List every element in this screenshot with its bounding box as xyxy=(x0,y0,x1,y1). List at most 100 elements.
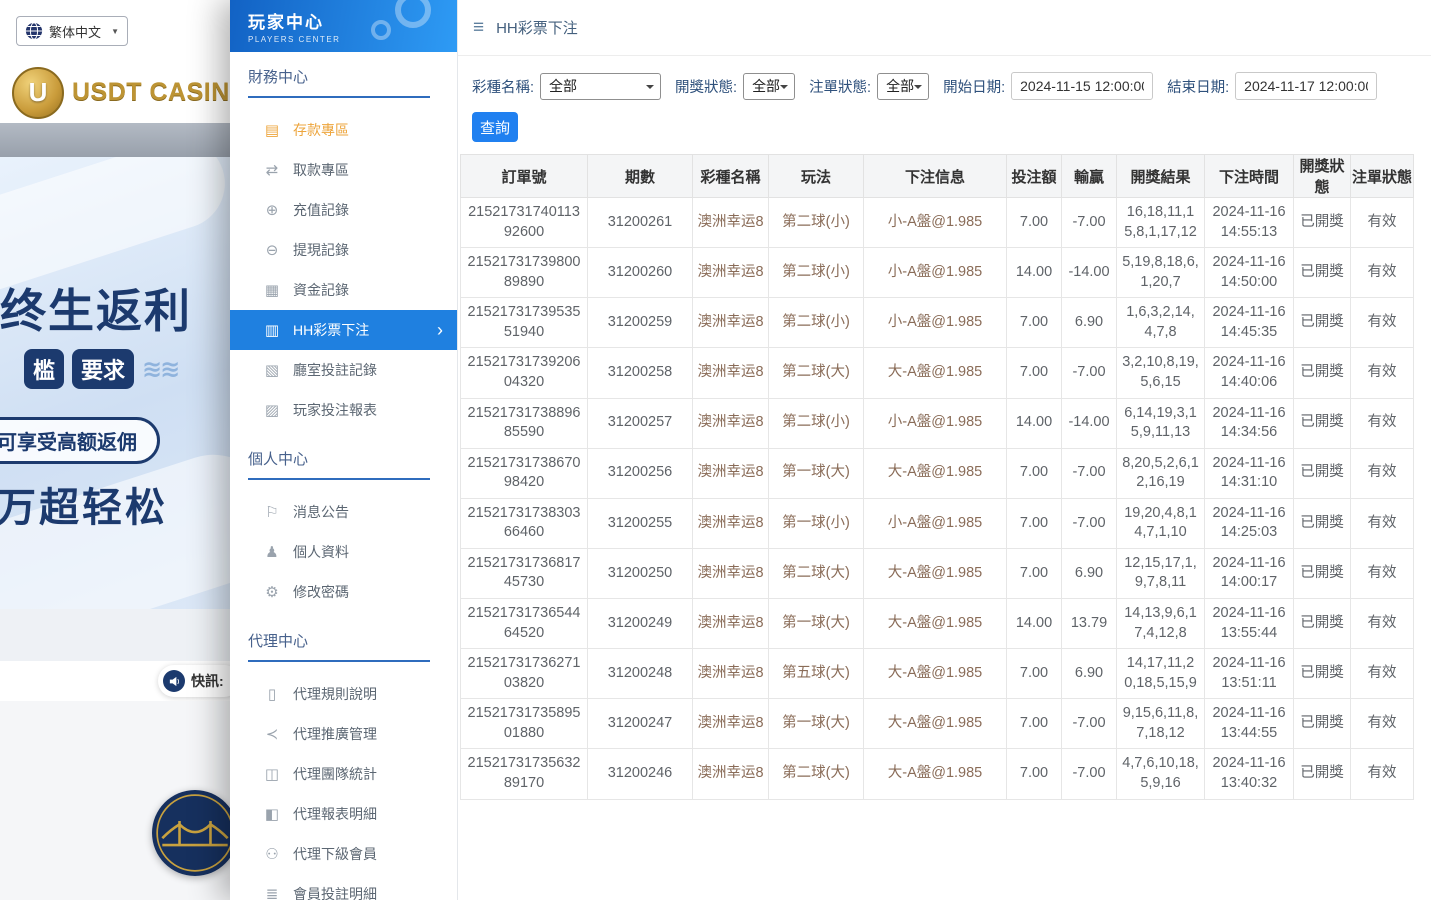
language-label: 繁体中文 xyxy=(49,22,101,41)
banner-badge-partial: 槛 xyxy=(24,349,64,389)
cell-order_no: 2152173173867098420 xyxy=(461,448,588,498)
sidebar-item-funds-records[interactable]: ▦資金記錄 xyxy=(230,270,457,310)
cell-draw_status: 已開獎 xyxy=(1294,548,1351,598)
cell-amount: 7.00 xyxy=(1007,498,1062,548)
sidebar-item-agent-sub-members[interactable]: ⚇代理下級會員 xyxy=(230,834,457,874)
cell-order_no: 2152173173627103820 xyxy=(461,649,588,699)
sidebar-item-agent-team-stats[interactable]: ◫代理團隊統計 xyxy=(230,754,457,794)
brand-name: USDT CASINO xyxy=(72,78,231,107)
cell-bet_time: 2024-11-16 13:55:44 xyxy=(1205,599,1294,649)
sidebar-item-withdrawal-records[interactable]: ⊖提現記錄 xyxy=(230,230,457,270)
cell-play: 第一球(小) xyxy=(769,498,864,548)
sidebar-item-label: HH彩票下注 xyxy=(293,320,369,340)
end-date-input[interactable] xyxy=(1235,72,1377,100)
sidebar-item-room-bet-records[interactable]: ▧廳室投註記錄 xyxy=(230,350,457,390)
cell-amount: 14.00 xyxy=(1007,398,1062,448)
sidebar-section-heading: 個人中心 xyxy=(248,448,430,480)
cell-lottery: 澳洲幸运8 xyxy=(693,248,769,298)
deposit-card-icon: ▤ xyxy=(264,121,280,139)
sidebar-item-withdraw[interactable]: ⇄取款專區 xyxy=(230,150,457,190)
cell-result: 12,15,17,1,9,7,8,11 xyxy=(1117,548,1205,598)
ticker-row: 快訊: xyxy=(0,661,231,701)
sidebar-item-label: 廳室投註記錄 xyxy=(293,360,377,380)
player-center-modal: 玩家中心 PLAYERS CENTER 財務中心▤存款專區⇄取款專區⊕充值記錄⊖… xyxy=(230,0,1431,900)
col-header-bet_status: 注單狀態 xyxy=(1351,155,1414,198)
cell-order_no: 2152173173920604320 xyxy=(461,348,588,398)
banner-badges: 槛 要求 ≋≋ xyxy=(24,349,178,389)
sidebar-item-deposit[interactable]: ▤ 存款專區 xyxy=(230,110,457,150)
cell-bet_info: 大-A盤@1.985 xyxy=(864,699,1007,749)
cell-bet_info: 大-A盤@1.985 xyxy=(864,448,1007,498)
cell-lottery: 澳洲幸运8 xyxy=(693,599,769,649)
floating-brand-button[interactable] xyxy=(152,790,231,876)
filter-label-end-date: 結束日期: xyxy=(1167,76,1229,97)
sidebar-section-heading: 代理中心 xyxy=(248,630,430,662)
cell-draw_status: 已開獎 xyxy=(1294,298,1351,348)
cell-order_no: 2152173173953551940 xyxy=(461,298,588,348)
cell-win_loss: -14.00 xyxy=(1062,248,1117,298)
sidebar-item-agent-report-detail[interactable]: ◧代理報表明細 xyxy=(230,794,457,834)
cell-result: 5,19,8,18,6,1,20,7 xyxy=(1117,248,1205,298)
cell-win_loss: -7.00 xyxy=(1062,448,1117,498)
cell-play: 第二球(大) xyxy=(769,348,864,398)
lottery-bet-icon: ▥ xyxy=(264,321,280,339)
sidebar-item-announcements[interactable]: ⚐消息公告 xyxy=(230,492,457,532)
cell-amount: 7.00 xyxy=(1007,649,1062,699)
col-header-bet_time: 下注時間 xyxy=(1205,155,1294,198)
sidebar-item-recharge-records[interactable]: ⊕充值記錄 xyxy=(230,190,457,230)
cell-bet_time: 2024-11-16 14:25:03 xyxy=(1205,498,1294,548)
sidebar-item-change-password[interactable]: ⚙修改密碼 xyxy=(230,572,457,612)
report-chart-icon: ◧ xyxy=(264,805,280,823)
sidebar-item-agent-rules[interactable]: ▯代理規則說明 xyxy=(230,674,457,714)
cell-bet_status: 有效 xyxy=(1351,198,1414,248)
sidebar-item-member-bet-detail[interactable]: ≣會員投註明細 xyxy=(230,874,457,900)
sidebar-item-player-bet-report[interactable]: ▨玩家投注報表 xyxy=(230,390,457,430)
sidebar-item-label: 代理團隊統計 xyxy=(293,764,377,784)
cell-win_loss: 13.79 xyxy=(1062,599,1117,649)
button-row: 查詢 xyxy=(458,100,1431,142)
cell-lottery: 澳洲幸运8 xyxy=(693,749,769,799)
cell-draw_status: 已開獎 xyxy=(1294,348,1351,398)
cell-play: 第二球(小) xyxy=(769,248,864,298)
filter-label-start-date: 開始日期: xyxy=(943,76,1005,97)
funds-record-icon: ▦ xyxy=(264,281,280,299)
sidebar-item-hh-lottery-bets[interactable]: ▥ HH彩票下注 › xyxy=(230,310,457,350)
banner-title: 终生返利 xyxy=(0,275,192,341)
brand-emblem-letter: U xyxy=(29,77,48,108)
bet-status-select-value: 全部 xyxy=(886,76,914,96)
users-icon: ⚇ xyxy=(264,845,280,863)
sidebar-item-label: 存款專區 xyxy=(293,120,349,140)
cell-order_no: 2152173173830366460 xyxy=(461,498,588,548)
cell-bet_time: 2024-11-16 14:45:35 xyxy=(1205,298,1294,348)
filter-bar: 彩種名稱: 全部 開獎狀態: 全部 注單狀態: 全部 開始日期: 結束日期: xyxy=(458,56,1431,100)
brand-emblem: U xyxy=(12,67,64,119)
table-row: 215217317388968559031200257澳洲幸运8第二球(小)小-… xyxy=(461,398,1414,448)
menu-toggle-icon[interactable]: ≡ xyxy=(473,17,484,39)
table-row: 215217317386709842031200256澳洲幸运8第一球(大)大-… xyxy=(461,448,1414,498)
sidebar-item-profile[interactable]: ♟個人資料 xyxy=(230,532,457,572)
news-ticker: 快訊: xyxy=(158,665,231,697)
lottery-select[interactable]: 全部 xyxy=(540,73,661,100)
sidebar-item-label: 玩家投注報表 xyxy=(293,400,377,420)
recharge-record-icon: ⊕ xyxy=(264,201,280,219)
table-header-row: 訂單號期數彩種名稱玩法下注信息投注額輸贏開獎結果下注時間開獎狀態注單狀態 xyxy=(461,155,1414,198)
sidebar-item-agent-promotion[interactable]: ≺代理推廣管理 xyxy=(230,714,457,754)
filter-label-draw-status: 開獎狀態: xyxy=(675,76,737,97)
cell-period: 31200247 xyxy=(588,699,693,749)
chevron-right-icon: › xyxy=(437,321,443,339)
cell-bet_time: 2024-11-16 14:55:13 xyxy=(1205,198,1294,248)
withdraw-icon: ⇄ xyxy=(264,161,280,179)
cell-bet_status: 有效 xyxy=(1351,448,1414,498)
bet-status-select[interactable]: 全部 xyxy=(877,73,929,100)
ticker-label: 快訊: xyxy=(191,671,224,691)
draw-status-select[interactable]: 全部 xyxy=(743,73,795,100)
cell-draw_status: 已開獎 xyxy=(1294,699,1351,749)
content-header: ≡ HH彩票下注 xyxy=(458,0,1431,56)
cell-period: 31200246 xyxy=(588,749,693,799)
language-selector[interactable]: 繁体中文 ▼ xyxy=(16,16,128,46)
caret-down-icon: ▼ xyxy=(111,27,119,36)
cell-bet_info: 大-A盤@1.985 xyxy=(864,599,1007,649)
start-date-input[interactable] xyxy=(1011,72,1153,100)
search-button[interactable]: 查詢 xyxy=(472,112,518,142)
topbar: 繁体中文 ▼ xyxy=(0,0,231,62)
